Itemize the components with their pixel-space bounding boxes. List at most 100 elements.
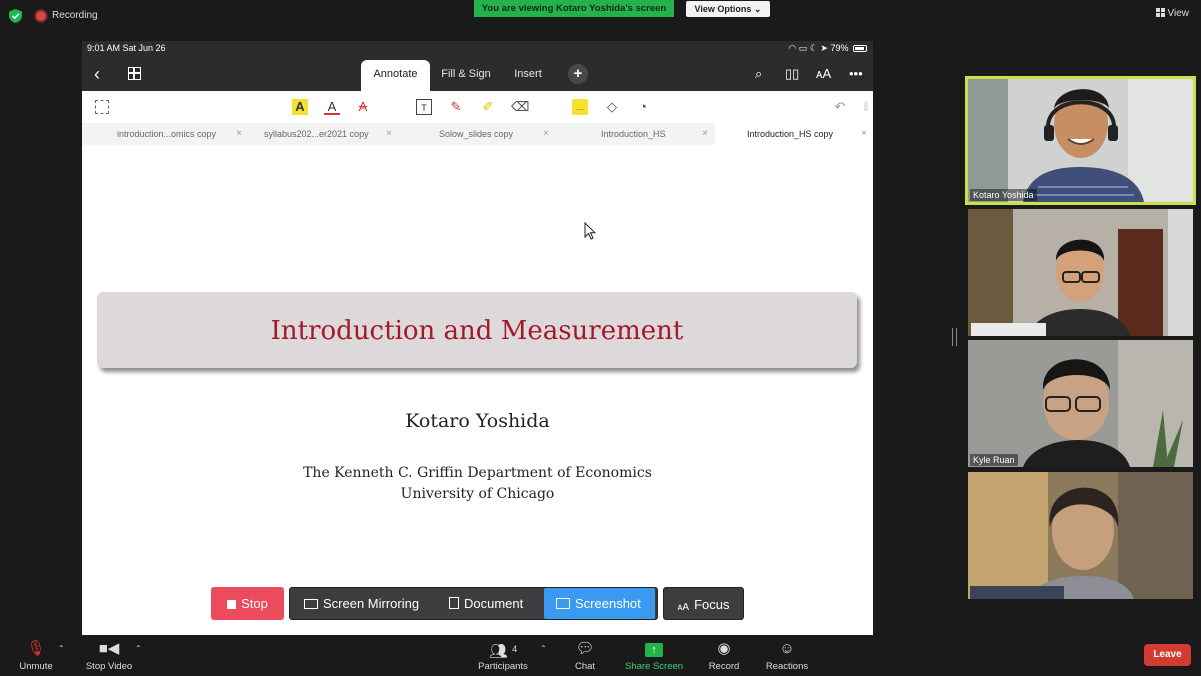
text-size-icon[interactable]: ᴀA [816, 66, 831, 81]
book-view-icon[interactable]: ▯▯ [785, 66, 799, 82]
highlighter-icon[interactable]: ✐ [480, 99, 496, 115]
stop-square-icon [227, 600, 237, 609]
stop-video-button[interactable]: ■◀ Stop Video [84, 640, 134, 672]
close-icon[interactable]: × [861, 123, 867, 145]
share-screen-button[interactable]: ↑ Share Screen [624, 640, 684, 672]
eraser-icon[interactable]: ⌫ [511, 99, 529, 115]
view-layout-button[interactable]: View [1155, 8, 1189, 19]
reactions-button[interactable]: ☺ Reactions [764, 640, 810, 672]
more-options-icon[interactable]: ••• [849, 66, 863, 81]
participants-options-chevron-icon[interactable]: ⌃ [540, 644, 547, 653]
recording-label[interactable]: Recording [52, 10, 98, 21]
participant-video-feed [968, 209, 1193, 336]
slide-affiliation-department: The Kenneth C. Griffin Department of Eco… [303, 465, 652, 481]
pdf-app-header: 9:01 AM Sat Jun 26 ◠ ▭ ☾ ➤ 79% ‹ Annotat… [82, 41, 873, 91]
participants-button[interactable]: 👥︎ 4 Participants [476, 640, 530, 672]
doc-tab-4[interactable]: Introduction_HS × [601, 123, 708, 145]
participant-video-feed [968, 79, 1193, 202]
marquee-select-icon[interactable] [95, 100, 109, 114]
view-options-button[interactable]: View Options ⌄ [686, 1, 770, 17]
doc-tab-5-active[interactable]: Introduction_HS copy × [715, 123, 873, 145]
security-shield-icon[interactable] [9, 9, 22, 23]
share-screen-arrow-icon: ↑ [645, 643, 663, 657]
tab-annotate[interactable]: Annotate [361, 60, 430, 91]
leave-button[interactable]: Leave [1144, 644, 1191, 666]
stop-mirroring-button[interactable]: Stop [211, 587, 284, 620]
panel-resize-handle[interactable] [952, 328, 957, 346]
unmute-button[interactable]: 🎙︎ Unmute [16, 640, 56, 672]
viewing-screen-banner: You are viewing Kotaro Yoshida's screen [474, 0, 674, 17]
doc-tab-label: syllabus202...er2021 copy [264, 129, 369, 139]
tab-insert[interactable]: Insert [507, 60, 549, 91]
comment-note-icon[interactable]: … [572, 99, 588, 115]
video-tile-participant-4[interactable] [968, 472, 1193, 599]
screenshot-button[interactable]: Screenshot [544, 588, 655, 619]
close-icon[interactable]: × [236, 123, 242, 145]
participant-name-placeholder [971, 323, 1046, 336]
slide-affiliation-university: University of Chicago [400, 486, 555, 502]
battery-icon [853, 45, 867, 52]
audio-options-chevron-icon[interactable]: ⌃ [58, 644, 65, 653]
video-tile-kyle-ruan[interactable]: Kyle Ruan [968, 340, 1193, 467]
video-tile-kotaro-yoshida[interactable]: Kotaro Yoshida [965, 76, 1196, 205]
participants-label: Participants [478, 661, 528, 672]
strikethrough-text-icon[interactable]: A [355, 99, 371, 115]
pen-icon[interactable]: ✎ [448, 99, 464, 115]
unmute-label: Unmute [19, 661, 53, 672]
chat-button[interactable]: 💬︎ Chat [570, 640, 600, 672]
chat-bubble-icon: 💬︎ [575, 640, 595, 657]
back-chevron-icon[interactable]: ‹ [94, 65, 100, 83]
video-camera-icon: ■◀ [98, 640, 120, 657]
shapes-icon[interactable]: ◇ [604, 99, 620, 115]
participant-name-placeholder [970, 586, 1064, 599]
undo-icon[interactable]: ↶ [832, 99, 848, 115]
recording-dot-icon [36, 11, 46, 21]
muted-microphone-icon: 🎙︎ [26, 640, 46, 657]
doc-tab-label: Introduction_HS copy [747, 129, 834, 139]
doc-tab-3[interactable]: Solow_slides copy × [439, 123, 549, 145]
record-button[interactable]: ◉ Record [706, 640, 742, 672]
mirroring-mode-group: Screen Mirroring Document Screenshot [289, 587, 658, 620]
close-icon[interactable]: × [386, 123, 392, 145]
search-icon[interactable]: ⌕ [755, 66, 762, 82]
slide-page: Introduction and Measurement Kotaro Yosh… [82, 145, 873, 635]
participants-icon-wrap: 👥︎ 4 [476, 640, 530, 660]
participants-count: 4 [512, 644, 518, 654]
document-button[interactable]: Document [449, 588, 534, 619]
mouse-cursor-icon [584, 222, 596, 240]
highlight-text-icon[interactable]: A [292, 99, 308, 115]
grid-view-icon [1155, 8, 1165, 17]
monitor-icon [304, 599, 318, 609]
close-icon[interactable]: × [702, 123, 708, 145]
doc-tab-2[interactable]: syllabus202...er2021 copy × [264, 123, 392, 145]
screen-mirroring-button[interactable]: Screen Mirroring [304, 588, 439, 619]
stop-label: Stop [241, 596, 268, 611]
participant-name: Kotaro Yoshida [970, 189, 1037, 201]
participant-video-feed [968, 340, 1193, 467]
location-icon: ➤ [820, 43, 828, 53]
close-icon[interactable]: × [543, 123, 549, 145]
video-tile-participant-2[interactable] [968, 209, 1193, 336]
document-tabs: introduction...omics copy × syllabus202..… [82, 123, 873, 145]
document-label: Document [464, 596, 524, 611]
video-options-chevron-icon[interactable]: ⌃ [135, 644, 142, 653]
thumbnails-grid-icon[interactable] [128, 67, 141, 80]
underline-text-icon[interactable]: A [324, 99, 340, 115]
stamp-icon[interactable]: ◔ [635, 99, 651, 115]
toolbar-grip-icon[interactable]: ‖ [858, 99, 873, 115]
screen-mirroring-label: Screen Mirroring [323, 596, 420, 611]
screenshot-label: Screenshot [575, 596, 641, 611]
focus-button[interactable]: ᴀA Focus [663, 587, 744, 620]
share-screen-label: Share Screen [624, 661, 684, 672]
text-box-icon[interactable]: T [416, 99, 432, 115]
tab-fill-sign[interactable]: Fill & Sign [435, 60, 497, 91]
document-icon [449, 597, 459, 609]
ipad-status-time: 9:01 AM Sat Jun 26 [87, 43, 166, 53]
reactions-label: Reactions [765, 661, 809, 672]
slide-title-box: Introduction and Measurement [97, 292, 857, 368]
add-tab-plus-icon[interactable]: + [568, 64, 588, 84]
focus-label: Focus [694, 597, 730, 612]
participant-video-feed [968, 472, 1193, 599]
moon-icon: ☾ [809, 43, 818, 53]
doc-tab-1[interactable]: introduction...omics copy × [117, 123, 242, 145]
